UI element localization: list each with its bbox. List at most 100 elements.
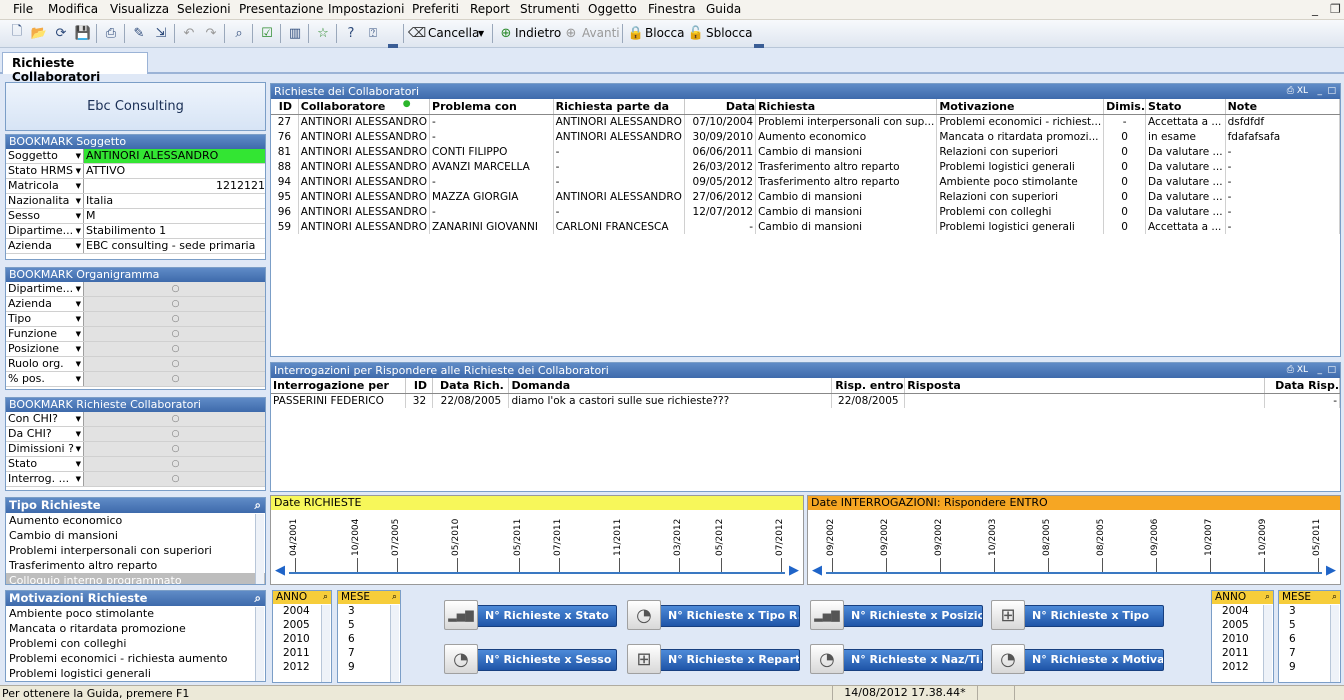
bar-chart-icon[interactable]: ▂▅▇ (444, 600, 478, 630)
timeline-tick-label[interactable]: 10/2007 (1204, 519, 1214, 556)
column-header[interactable]: Interrogazione per (271, 378, 407, 394)
column-header[interactable]: ID (405, 378, 434, 394)
field-label[interactable]: Azienda ▼ (6, 297, 84, 311)
table-row[interactable]: 88 ANTINORI ALESSANDRO AVANZI MARCELLA -26/… (271, 159, 1341, 174)
list-item[interactable]: Trasferimento altro reparto (6, 558, 265, 573)
dropdown-arrow-icon[interactable]: ▼ (76, 372, 81, 386)
field-value[interactable]: M (84, 209, 265, 223)
field-value[interactable]: Italia (84, 194, 265, 208)
field-value[interactable]: EBC consulting - sede primaria (84, 239, 265, 253)
list-item[interactable]: Problemi economici - richiesta aumento (6, 651, 265, 666)
field-label[interactable]: Tipo ▼ (6, 312, 84, 326)
field-value[interactable]: ATTIVO (84, 164, 265, 178)
print-icon[interactable]: ⎙ (1287, 363, 1294, 378)
column-header[interactable]: Motivazione (936, 99, 1105, 115)
timeline-tick-label[interactable]: 09/2002 (826, 519, 836, 556)
dropdown-arrow-icon[interactable]: ▼ (76, 194, 81, 208)
field-label[interactable]: Azienda ▼ (6, 239, 84, 253)
arrow-right-icon[interactable]: ▶ (789, 563, 799, 578)
list-item[interactable]: Ambiente poco stimolante (6, 606, 265, 621)
field-label[interactable]: Dimissioni ? ▼ (6, 442, 84, 456)
minimize-icon[interactable]: _ (1318, 363, 1323, 378)
field-label[interactable]: Interrog. ... ▼ (6, 472, 84, 486)
timeline-tick-label[interactable]: 05/2010 (451, 519, 461, 556)
field-label[interactable]: Dipartime... ▼ (6, 224, 84, 238)
field-label[interactable]: Nazionalita ▼ (6, 194, 84, 208)
column-header[interactable]: Dimis. (1103, 99, 1147, 115)
table-row[interactable]: PASSERINI FEDERICO 32 22/08/2005 diamo l'ok… (271, 393, 1341, 408)
field-label[interactable]: Da CHI? ▼ (6, 427, 84, 441)
search-icon[interactable]: ⌕ (392, 591, 397, 604)
field-value[interactable]: 1212121 (84, 179, 265, 193)
field-value-empty[interactable]: ○ (84, 372, 265, 386)
timeline-tick-label[interactable]: 10/2003 (988, 519, 998, 556)
field-value-empty[interactable]: ○ (84, 297, 265, 311)
dropdown-arrow-icon[interactable]: ▼ (76, 342, 81, 356)
help-icon[interactable]: ? (342, 24, 360, 42)
dropdown-arrow-icon[interactable]: ▼ (76, 412, 81, 426)
search-icon[interactable]: ⌕ (1265, 591, 1270, 604)
dropdown-arrow-icon[interactable]: ▼ (76, 149, 81, 163)
list-item[interactable]: Aumento economico (6, 513, 265, 528)
dropdown-arrow-icon[interactable]: ▼ (76, 312, 81, 326)
tab-richieste-collaboratori[interactable]: Richieste Collaboratori (2, 52, 148, 84)
menu-file[interactable]: File (13, 2, 33, 16)
dropdown-arrow-icon[interactable]: ▼ (76, 357, 81, 371)
pie-chart-icon[interactable]: ◔ (444, 644, 478, 674)
menu-guida[interactable]: Guida (706, 2, 741, 16)
excel-icon[interactable]: XL (1297, 363, 1308, 378)
listbox-scrollbar[interactable] (1330, 605, 1339, 682)
column-header[interactable]: Problema con (429, 99, 554, 115)
print-icon[interactable]: ⎙ (1287, 84, 1294, 99)
maximize-icon[interactable]: □ (1327, 363, 1336, 378)
field-value-empty[interactable]: ○ (84, 457, 265, 471)
dropdown-arrow-icon[interactable]: ▼ (76, 239, 81, 253)
star-icon[interactable]: ☆ (314, 24, 332, 42)
list-item[interactable]: Problemi con colleghi (6, 636, 265, 651)
menu-impostazioni[interactable]: Impostazioni (328, 2, 404, 16)
field-value[interactable]: Stabilimento 1 (84, 224, 265, 238)
column-header[interactable]: ID (271, 99, 299, 115)
timeline-tick-label[interactable]: 07/2012 (775, 519, 785, 556)
field-value-empty[interactable]: ○ (84, 427, 265, 441)
table-row[interactable]: 94 ANTINORI ALESSANDRO - -09/05/2012 Trasfer… (271, 174, 1341, 189)
column-header[interactable]: Risposta (904, 378, 1265, 394)
field-label[interactable]: Matricola ▼ (6, 179, 84, 193)
field-label[interactable]: Stato ▼ (6, 457, 84, 471)
dropdown-arrow-icon[interactable]: ▼ (76, 327, 81, 341)
pie-chart-icon[interactable]: ◔ (991, 644, 1025, 674)
pie-chart-icon[interactable]: ◔ (627, 600, 661, 630)
lock-icon[interactable]: 🔒 (627, 24, 645, 42)
column-header[interactable]: Data (684, 99, 757, 115)
search-icon[interactable]: ⌕ (1332, 591, 1337, 604)
timeline-tick-label[interactable]: 10/2009 (1258, 519, 1268, 556)
timeline-tick-label[interactable]: 10/2004 (351, 519, 361, 556)
column-header[interactable]: Richiesta parte da (553, 99, 685, 115)
context-help-icon[interactable]: ⍰ (364, 24, 382, 42)
field-label[interactable]: Ruolo org. ▼ (6, 357, 84, 371)
export-icon[interactable]: ⇲ (152, 24, 170, 42)
field-value-empty[interactable]: ○ (84, 357, 265, 371)
pivot-table-icon[interactable]: ⊞ (991, 600, 1025, 630)
field-value-empty[interactable]: ○ (84, 342, 265, 356)
timeline-axis[interactable] (289, 572, 785, 574)
table-row[interactable]: 95 ANTINORI ALESSANDRO MAZZA GIORGIA ANTINO… (271, 189, 1341, 204)
reload-icon[interactable]: ⟳ (52, 24, 70, 42)
listbox-scrollbar[interactable] (255, 607, 264, 681)
sblocca-button[interactable]: Sblocca (706, 26, 752, 40)
indietro-button[interactable]: Indietro (515, 26, 561, 40)
menu-preferiti[interactable]: Preferiti (412, 2, 459, 16)
column-header[interactable]: Richiesta (755, 99, 938, 115)
timeline-tick-label[interactable]: 05/2011 (1312, 519, 1322, 556)
column-header[interactable]: Risp. entro (831, 378, 906, 394)
list-item[interactable]: Cambio di mansioni (6, 528, 265, 543)
dropdown-arrow-icon[interactable]: ▼ (76, 209, 81, 223)
search-icon[interactable]: ⌕ (255, 498, 261, 513)
timeline-axis[interactable] (826, 572, 1322, 574)
column-header[interactable]: Stato (1145, 99, 1226, 115)
minimize-icon[interactable]: _ (1312, 2, 1318, 16)
table-row[interactable]: 59 ANTINORI ALESSANDRO ZANARINI GIOVANNI CA… (271, 219, 1341, 234)
field-label[interactable]: % pos. ▼ (6, 372, 84, 386)
table-row[interactable]: 96 ANTINORI ALESSANDRO - -12/07/2012 Cambio … (271, 204, 1341, 219)
timeline-tick-label[interactable]: 04/2001 (289, 519, 299, 556)
